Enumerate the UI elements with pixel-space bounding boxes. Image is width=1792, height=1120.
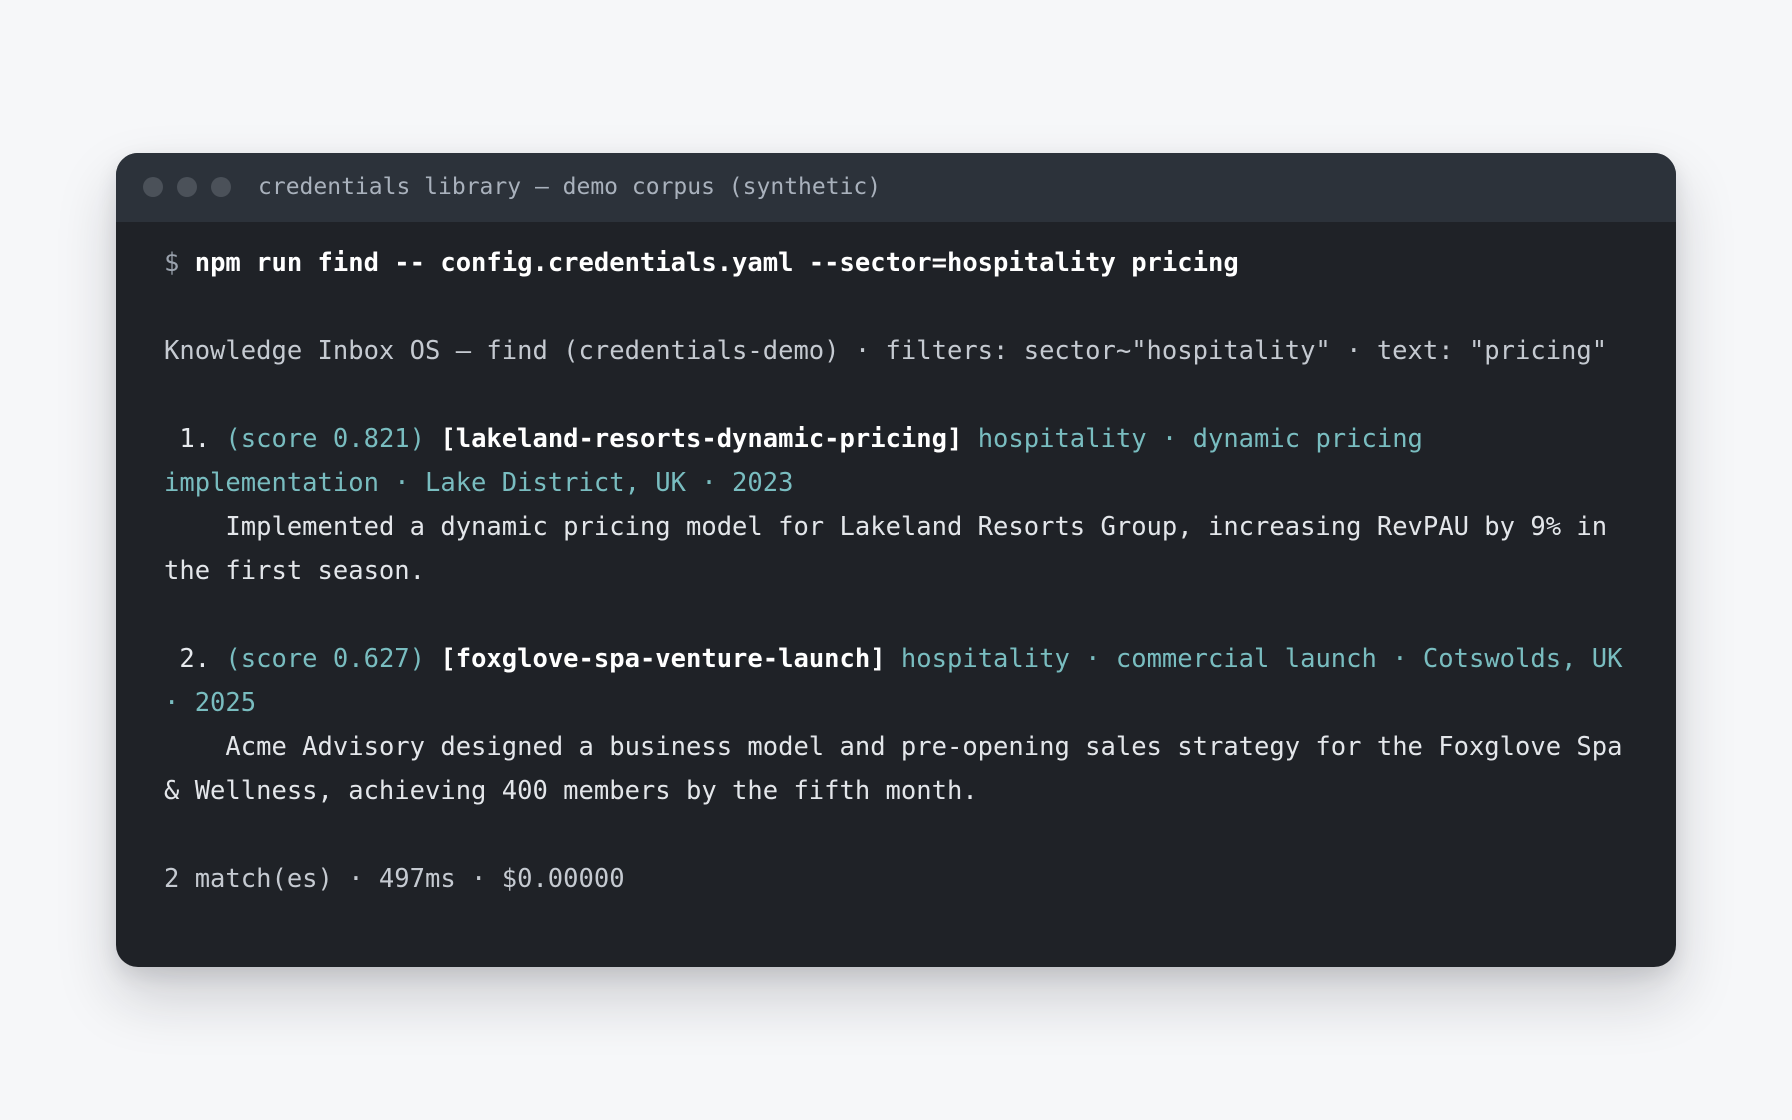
result-id: [lakeland-resorts-dynamic-pricing] — [440, 424, 963, 454]
minimize-window-button[interactable] — [177, 177, 197, 197]
result-description: Implemented a dynamic pricing model for … — [164, 512, 1623, 586]
search-header: Knowledge Inbox OS — find (credentials-d… — [164, 336, 1608, 366]
result-id: [foxglove-spa-venture-launch] — [440, 644, 886, 674]
close-window-button[interactable] — [143, 177, 163, 197]
maximize-window-button[interactable] — [211, 177, 231, 197]
summary-line: 2 match(es) · 497ms · $0.00000 — [164, 864, 625, 894]
result-number: 2. — [164, 644, 226, 674]
result-item: 1. (score 0.821) [lakeland-resorts-dynam… — [164, 417, 1634, 593]
command-line: $ npm run find -- config.credentials.yam… — [164, 241, 1634, 285]
result-number: 1. — [164, 424, 226, 454]
command-text: npm run find -- config.credentials.yaml … — [194, 248, 1239, 278]
result-heading: 2. (score 0.627) [foxglove-spa-venture-l… — [164, 637, 1634, 725]
prompt-symbol: $ — [164, 248, 195, 278]
result-description: Acme Advisory designed a business model … — [164, 732, 1638, 806]
terminal-output[interactable]: $ npm run find -- config.credentials.yam… — [164, 241, 1634, 901]
title-bar: credentials library — demo corpus (synth… — [116, 153, 1676, 222]
result-score: (score 0.821) — [225, 424, 441, 454]
result-item: 2. (score 0.627) [foxglove-spa-venture-l… — [164, 637, 1634, 813]
window-title: credentials library — demo corpus (synth… — [258, 174, 882, 200]
result-score: (score 0.627) — [225, 644, 441, 674]
result-heading: 1. (score 0.821) [lakeland-resorts-dynam… — [164, 417, 1634, 505]
terminal-window: credentials library — demo corpus (synth… — [116, 153, 1676, 967]
